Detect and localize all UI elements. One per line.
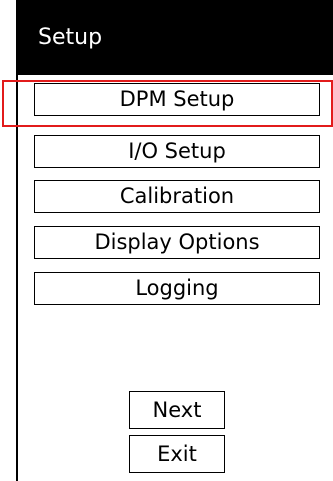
next-button[interactable]: Next (129, 391, 225, 429)
calibration-button[interactable]: Calibration (34, 180, 320, 213)
logging-button[interactable]: Logging (34, 272, 320, 305)
window-title: Setup (18, 0, 333, 75)
setup-window: Setup DPM Setup I/O Setup Calibration Di… (16, 0, 333, 481)
io-setup-button[interactable]: I/O Setup (34, 135, 320, 168)
exit-button[interactable]: Exit (129, 435, 225, 473)
dpm-setup-button[interactable]: DPM Setup (34, 83, 320, 116)
display-options-button[interactable]: Display Options (34, 226, 320, 259)
